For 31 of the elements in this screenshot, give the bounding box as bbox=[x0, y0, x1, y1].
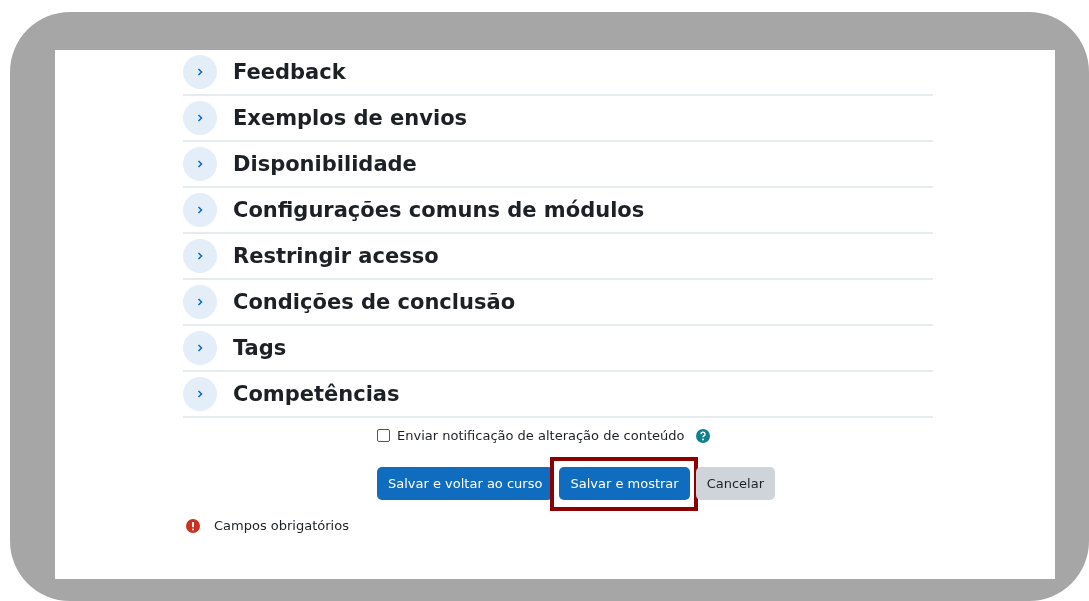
help-icon[interactable] bbox=[696, 428, 711, 443]
expand-toggle[interactable] bbox=[183, 55, 217, 89]
cancel-button[interactable]: Cancelar bbox=[695, 467, 776, 500]
save-button[interactable]: Salvar e mostrar bbox=[559, 467, 690, 500]
expand-toggle[interactable] bbox=[183, 101, 217, 135]
expand-toggle[interactable] bbox=[183, 285, 217, 319]
section-title[interactable]: Competências bbox=[233, 382, 400, 406]
section-title[interactable]: Disponibilidade bbox=[233, 152, 417, 176]
chevron-right-icon bbox=[195, 389, 205, 399]
chevron-right-icon bbox=[195, 297, 205, 307]
chevron-right-icon bbox=[195, 251, 205, 261]
required-note: Campos obrigatórios bbox=[214, 518, 349, 533]
section-title[interactable]: Condições de conclusão bbox=[233, 290, 516, 314]
chevron-right-icon bbox=[195, 159, 205, 169]
expand-toggle[interactable] bbox=[183, 147, 217, 181]
checkbox[interactable] bbox=[377, 429, 390, 442]
chevron-right-icon bbox=[195, 67, 205, 77]
chevron-right-icon bbox=[195, 343, 205, 353]
expand-toggle[interactable] bbox=[183, 377, 217, 411]
section-title[interactable]: Restringir acesso bbox=[233, 244, 439, 268]
expand-toggle[interactable] bbox=[183, 239, 217, 273]
chevron-right-icon bbox=[195, 205, 205, 215]
section-title[interactable]: Feedback bbox=[233, 60, 346, 84]
expand-toggle[interactable] bbox=[183, 193, 217, 227]
section-title[interactable]: Tags bbox=[233, 336, 287, 360]
section-title[interactable]: Configurações comuns de módulos bbox=[233, 198, 645, 222]
chevron-right-icon bbox=[195, 113, 205, 123]
checkbox-label: Enviar notificação de alteração de conteúdo bbox=[397, 428, 685, 443]
section-title[interactable]: Exemplos de envios bbox=[233, 106, 468, 130]
expand-toggle[interactable] bbox=[183, 331, 217, 365]
required-icon bbox=[186, 518, 200, 533]
